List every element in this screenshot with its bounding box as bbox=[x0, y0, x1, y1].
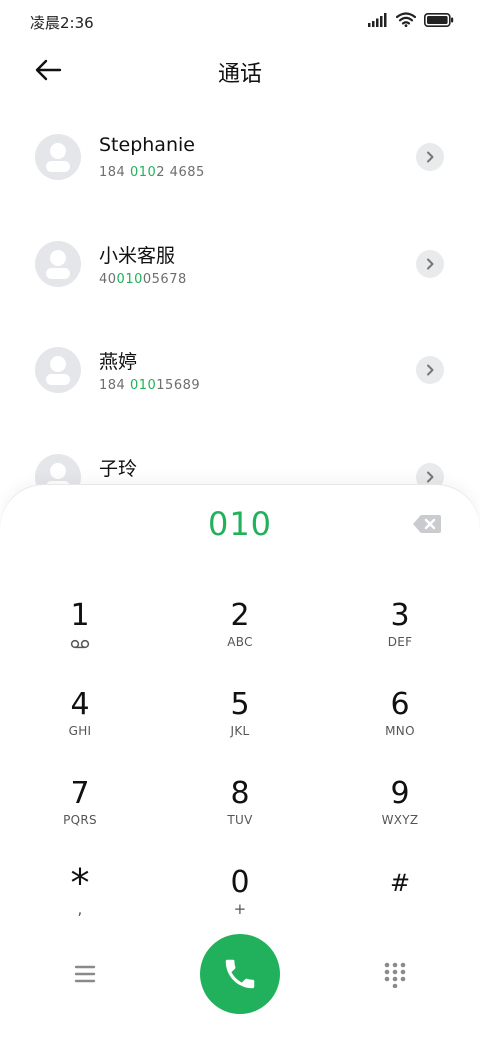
signal-icon bbox=[368, 12, 387, 27]
page-title: 通话 bbox=[217, 62, 262, 87]
key-digit: 8 bbox=[230, 776, 250, 811]
avatar bbox=[35, 347, 81, 393]
key-2[interactable]: 2 ABC bbox=[180, 598, 300, 678]
backspace-icon bbox=[413, 515, 441, 533]
contact-number: 184 0102 4685 bbox=[99, 165, 205, 180]
header: 通话 bbox=[0, 44, 480, 96]
key-letters: TUV bbox=[227, 813, 253, 827]
key-digit: # bbox=[389, 869, 411, 897]
voicemail-icon bbox=[70, 639, 90, 649]
key-8[interactable]: 8 TUV bbox=[180, 776, 300, 856]
status-icons bbox=[368, 12, 454, 27]
key-digit: 4 bbox=[70, 687, 90, 722]
contact-name: 燕婷 bbox=[99, 351, 138, 373]
key-digit: 1 bbox=[70, 598, 90, 633]
avatar bbox=[35, 134, 81, 180]
key-digit: 5 bbox=[230, 687, 250, 722]
dialpad-icon bbox=[384, 962, 406, 989]
key-digit: 2 bbox=[230, 598, 250, 633]
status-time: 凌晨2:36 bbox=[30, 14, 94, 32]
call-button[interactable] bbox=[200, 934, 280, 1014]
key-digit: 0 bbox=[230, 865, 250, 900]
contact-number: 184 01015689 bbox=[99, 378, 201, 393]
phone-icon bbox=[225, 959, 255, 989]
contact-detail-button[interactable] bbox=[416, 250, 444, 278]
key-7[interactable]: 7 PQRS bbox=[20, 776, 140, 856]
menu-icon bbox=[74, 965, 96, 983]
key-letters: JKL bbox=[230, 724, 250, 738]
chevron-right-icon bbox=[427, 151, 434, 163]
key-5[interactable]: 5 JKL bbox=[180, 687, 300, 767]
contact-number: 4001005678 bbox=[99, 272, 187, 287]
contact-detail-button[interactable] bbox=[416, 143, 444, 171]
dialed-number: 010 bbox=[207, 505, 273, 543]
key-digit: * bbox=[70, 861, 90, 905]
battery-icon bbox=[424, 12, 454, 27]
backspace-button[interactable] bbox=[412, 514, 444, 536]
key-letters: + bbox=[233, 900, 247, 918]
avatar bbox=[35, 241, 81, 287]
contact-name: Stephanie bbox=[99, 134, 195, 156]
bottom-bar bbox=[0, 932, 480, 1022]
key-digit: 3 bbox=[390, 598, 410, 633]
key-letters: ABC bbox=[227, 635, 253, 649]
key-letters: GHI bbox=[68, 724, 92, 738]
contact-item[interactable]: 燕婷 184 01015689 bbox=[0, 313, 480, 413]
menu-button[interactable] bbox=[70, 962, 100, 986]
key-digit: 6 bbox=[390, 687, 410, 722]
key-digit: 7 bbox=[70, 776, 90, 811]
key-letters: WXYZ bbox=[381, 813, 419, 827]
contact-item[interactable]: 小米客服 4001005678 bbox=[0, 207, 480, 307]
chevron-right-icon bbox=[427, 258, 434, 270]
contact-name: 子玲 bbox=[99, 458, 138, 480]
contact-item[interactable]: Stephanie 184 0102 4685 bbox=[0, 100, 480, 200]
contact-name: 小米客服 bbox=[99, 245, 176, 267]
key-letters: , bbox=[77, 900, 83, 918]
key-digit: 9 bbox=[390, 776, 410, 811]
key-3[interactable]: 3 DEF bbox=[340, 598, 460, 678]
chevron-right-icon bbox=[427, 471, 434, 483]
chevron-right-icon bbox=[427, 364, 434, 376]
status-bar: 凌晨2:36 bbox=[0, 0, 480, 44]
key-letters: PQRS bbox=[63, 813, 97, 827]
key-6[interactable]: 6 MNO bbox=[340, 687, 460, 767]
key-4[interactable]: 4 GHI bbox=[20, 687, 140, 767]
key-letters: DEF bbox=[387, 635, 413, 649]
key-9[interactable]: 9 WXYZ bbox=[340, 776, 460, 856]
key-1[interactable]: 1 bbox=[20, 598, 140, 678]
key-letters: MNO bbox=[385, 724, 415, 738]
wifi-icon bbox=[396, 12, 416, 27]
contact-detail-button[interactable] bbox=[416, 356, 444, 384]
keypad-toggle-button[interactable] bbox=[383, 962, 407, 989]
